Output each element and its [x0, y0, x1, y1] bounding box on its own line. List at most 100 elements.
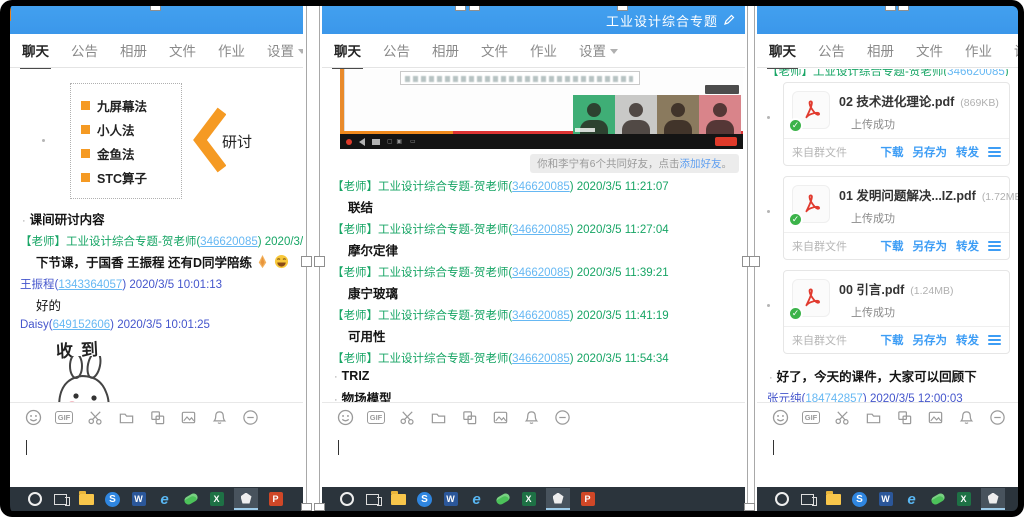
message-input[interactable]: [757, 432, 1018, 487]
speaker-icon[interactable]: [359, 138, 365, 146]
qq-uid-link[interactable]: 649152606: [53, 319, 111, 331]
tab-album[interactable]: 相册: [432, 40, 459, 62]
participant-video[interactable]: [699, 95, 741, 134]
browser-icon[interactable]: S: [416, 491, 433, 508]
qq-uid-link[interactable]: 346620085: [512, 267, 570, 279]
tab-album[interactable]: 相册: [867, 40, 894, 62]
internet-explorer-icon[interactable]: e: [468, 491, 485, 508]
qq-uid-link[interactable]: 346620085: [512, 224, 570, 236]
message-input[interactable]: [10, 432, 303, 487]
forward-link[interactable]: 转发: [956, 144, 979, 160]
selection-handle[interactable]: [885, 2, 896, 11]
participant-video[interactable]: [573, 95, 615, 134]
selection-handle[interactable]: [898, 2, 909, 11]
green-app-icon[interactable]: [494, 491, 511, 508]
tab-settings[interactable]: 设置: [1014, 40, 1018, 62]
task-view-icon[interactable]: [799, 491, 816, 508]
selection-handle[interactable]: [150, 2, 161, 11]
edit-pencil-icon[interactable]: [723, 14, 735, 26]
tab-announcement[interactable]: 公告: [383, 40, 410, 62]
file-card[interactable]: ✓ 01 发明问题解决...IZ.pdf(1.72MB) 上传成功 来自群文件 …: [783, 176, 1010, 260]
cortana-icon[interactable]: [26, 491, 43, 508]
history-minus-icon[interactable]: [553, 409, 571, 427]
qq-uid-link[interactable]: 184742857: [805, 393, 863, 402]
file-folder-icon[interactable]: [429, 409, 447, 427]
diagram-image[interactable]: 九屏幕法 小人法 金鱼法 STC算子 研讨: [70, 83, 303, 201]
browser-icon[interactable]: S: [104, 491, 121, 508]
word-icon[interactable]: W: [130, 491, 147, 508]
selection-handle[interactable]: [301, 256, 312, 267]
download-link[interactable]: 下载: [881, 238, 904, 254]
green-app-icon[interactable]: [929, 491, 946, 508]
active-app-icon[interactable]: [981, 488, 1005, 510]
chat-content-middle[interactable]: ▢ ▣ ▭ 你和李宁有6个共同好友，点击添加好友。 【老师】工业设计综合专题-贺…: [322, 69, 745, 402]
participant-video[interactable]: [615, 95, 657, 134]
gif-icon[interactable]: GIF: [802, 409, 820, 427]
tab-files[interactable]: 文件: [169, 40, 196, 62]
tab-announcement[interactable]: 公告: [71, 40, 98, 62]
tab-album[interactable]: 相册: [120, 40, 147, 62]
task-view-icon[interactable]: [52, 491, 69, 508]
file-card[interactable]: ✓ 00 引言.pdf(1.24MB) 上传成功 来自群文件 下载 另存为 转发: [783, 270, 1010, 354]
selection-handle[interactable]: [314, 503, 325, 511]
save-as-link[interactable]: 另存为: [913, 238, 948, 254]
selection-handle[interactable]: [617, 2, 628, 11]
emoji-icon[interactable]: [24, 409, 42, 427]
chat-content-left[interactable]: 九屏幕法 小人法 金鱼法 STC算子 研讨 ·课间研讨内容 【老师】工业设计综合…: [10, 69, 303, 402]
tab-homework[interactable]: 作业: [530, 40, 557, 62]
powerpoint-icon[interactable]: P: [579, 491, 596, 508]
tab-chat[interactable]: 聊天: [22, 40, 49, 62]
browser-icon[interactable]: S: [851, 491, 868, 508]
gif-icon[interactable]: GIF: [55, 409, 73, 427]
download-link[interactable]: 下载: [881, 332, 904, 348]
file-explorer-icon[interactable]: [390, 491, 407, 508]
task-view-icon[interactable]: [364, 491, 381, 508]
selection-handle[interactable]: [455, 2, 466, 11]
emoji-icon[interactable]: [771, 409, 789, 427]
gif-icon[interactable]: GIF: [367, 409, 385, 427]
screenshot-scissors-icon[interactable]: [833, 409, 851, 427]
received-sticker-image[interactable]: 收到: [40, 336, 148, 402]
titlebar-middle[interactable]: 工业设计综合专题: [322, 6, 745, 34]
forward-link[interactable]: 转发: [956, 238, 979, 254]
image-icon[interactable]: [926, 409, 944, 427]
tab-files[interactable]: 文件: [916, 40, 943, 62]
more-options-icon[interactable]: [988, 147, 1001, 157]
tab-chat[interactable]: 聊天: [334, 40, 361, 62]
word-icon[interactable]: W: [442, 491, 459, 508]
selection-handle[interactable]: [749, 256, 760, 267]
chat-content-right[interactable]: 【老师】工业设计综合专题-贺老师(346620085) ✓ 02 技术进化理论.…: [757, 69, 1018, 402]
bell-icon[interactable]: [522, 409, 540, 427]
qq-uid-link[interactable]: 346620085: [512, 181, 570, 193]
download-link[interactable]: 下载: [881, 144, 904, 160]
history-minus-icon[interactable]: [241, 409, 259, 427]
green-app-icon[interactable]: [182, 491, 199, 508]
save-as-link[interactable]: 另存为: [913, 144, 948, 160]
qq-uid-link[interactable]: 1343364057: [58, 279, 122, 291]
internet-explorer-icon[interactable]: e: [903, 491, 920, 508]
file-name[interactable]: 01 发明问题解决...IZ.pdf: [839, 185, 976, 204]
window-capture-icon[interactable]: [895, 409, 913, 427]
window-capture-icon[interactable]: [148, 409, 166, 427]
excel-icon[interactable]: X: [520, 491, 537, 508]
screenshot-scissors-icon[interactable]: [86, 409, 104, 427]
file-name[interactable]: 02 技术进化理论.pdf: [839, 91, 954, 110]
screen-share-image[interactable]: ▢ ▣ ▭: [340, 69, 743, 149]
bell-icon[interactable]: [957, 409, 975, 427]
window-capture-icon[interactable]: [460, 409, 478, 427]
qq-uid-link[interactable]: 346620085: [200, 236, 258, 248]
word-icon[interactable]: W: [877, 491, 894, 508]
forward-link[interactable]: 转发: [956, 332, 979, 348]
active-app-icon[interactable]: [546, 488, 570, 510]
active-app-icon[interactable]: [234, 488, 258, 510]
powerpoint-icon[interactable]: P: [267, 491, 284, 508]
participant-video[interactable]: [657, 95, 699, 134]
cortana-icon[interactable]: [338, 491, 355, 508]
excel-icon[interactable]: X: [208, 491, 225, 508]
tab-homework[interactable]: 作业: [218, 40, 245, 62]
tab-files[interactable]: 文件: [481, 40, 508, 62]
screenshot-scissors-icon[interactable]: [398, 409, 416, 427]
cortana-icon[interactable]: [773, 491, 790, 508]
message-input[interactable]: [322, 432, 745, 487]
file-folder-icon[interactable]: [117, 409, 135, 427]
